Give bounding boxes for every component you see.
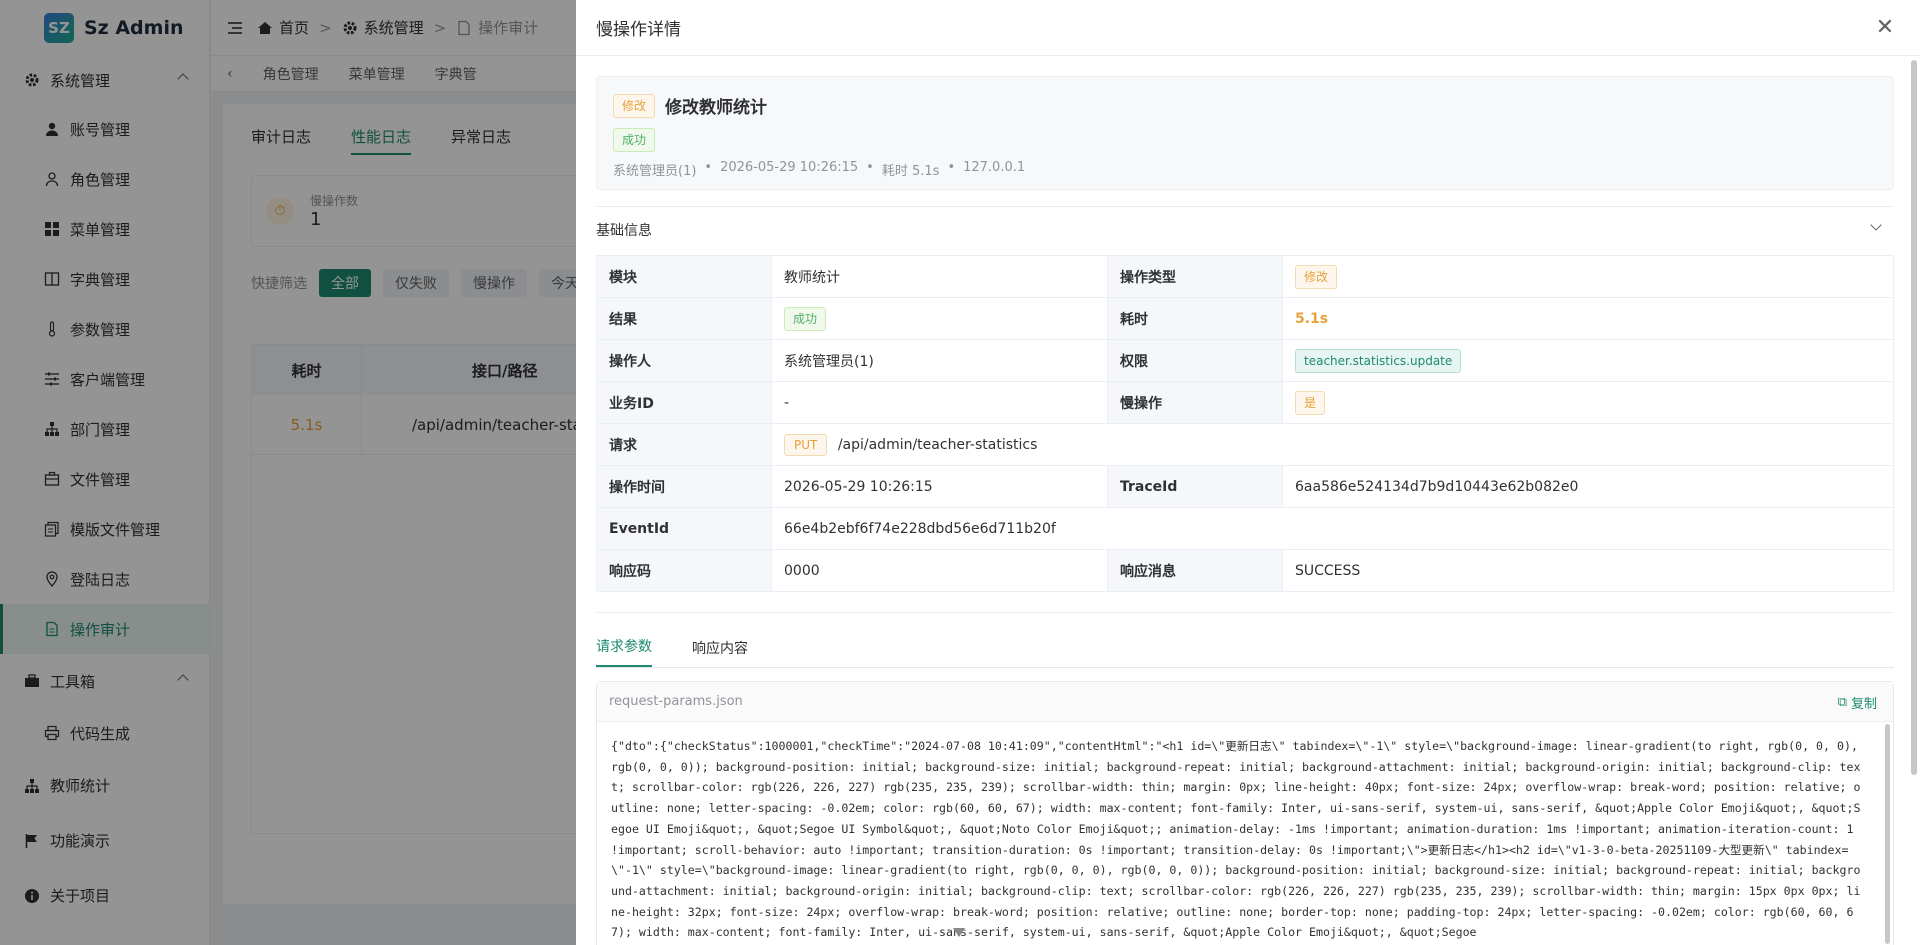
label-slow: 慢操作 [1107,381,1283,424]
info-table: 模块 教师统计 操作类型 修改 结果 成功 耗时 5.1s 操作人 系统管理员(… [596,255,1894,592]
drawer-header: 慢操作详情 ✕ [576,0,1920,56]
label-module: 模块 [596,255,772,298]
payload-tabs: 请求参数 响应内容 [596,612,1894,668]
scroll-down-icon[interactable] [953,928,965,937]
meta-cost: 耗时 5.1s [881,164,940,179]
table-row: 响应码 0000 响应消息 SUCCESS [596,549,1894,592]
table-row: 操作时间 2026-05-29 10:26:15 TraceId 6aa586e… [596,465,1894,508]
value-optime: 2026-05-29 10:26:15 [771,465,1108,508]
type-tag: 修改 [613,93,656,118]
meta-operator: 系统管理员(1) [613,164,697,179]
table-row: 请求 PUT /api/admin/teacher-statistics [596,423,1894,466]
status-badge: 成功 [613,128,656,152]
meta-time: 2026-05-29 10:26:15 [720,160,859,175]
label-request: 请求 [596,423,772,466]
code-header: request-params.json ⧉ 复制 [597,682,1893,722]
tab-response-content[interactable]: 响应内容 [692,638,748,667]
copy-label: 复制 [1850,697,1877,712]
section-title: 基础信息 [596,222,652,239]
value-code: 0000 [771,549,1108,592]
meta-ip: 127.0.0.1 [963,160,1026,175]
value-msg: SUCCESS [1282,549,1894,592]
method-tag: PUT [784,433,828,456]
label-msg: 响应消息 [1107,549,1283,592]
label-traceid: TraceId [1107,465,1283,508]
drawer-title: 慢操作详情 [596,20,681,40]
value-operator: 系统管理员(1) [771,339,1108,382]
label-optime: 操作时间 [596,465,772,508]
summary-title: 修改教师统计 [665,98,768,118]
copy-button[interactable]: ⧉ 复制 [1838,693,1877,712]
label-bizid: 业务ID [596,381,772,424]
summary-meta: 系统管理员(1) • 2026-05-29 10:26:15 • 耗时 5.1s… [613,160,1025,179]
value-eventid: 66e4b2ebf6f74e228dbd56e6d711b20f [771,507,1894,550]
label-eventid: EventId [596,507,772,550]
code-viewer: request-params.json ⧉ 复制 {"dto":{"checkS… [596,681,1894,945]
result-tag: 成功 [784,306,827,331]
label-operator: 操作人 [596,339,772,382]
slow-tag: 是 [1295,390,1326,415]
detail-drawer: 慢操作详情 ✕ 修改 修改教师统计 成功 系统管理员(1) • 2026-05-… [576,0,1920,945]
code-content[interactable]: {"dto":{"checkStatus":1000001,"checkTime… [597,722,1893,945]
code-scrollbar[interactable] [1885,724,1890,944]
table-row: 结果 成功 耗时 5.1s [596,297,1894,340]
value-request-path: /api/admin/teacher-statistics [837,436,1038,453]
table-row: 业务ID - 慢操作 是 [596,381,1894,424]
table-row: 模块 教师统计 操作类型 修改 [596,255,1894,298]
value-cost: 5.1s [1295,310,1329,327]
meta-dot: • [704,160,713,175]
basic-info-header[interactable]: 基础信息 [596,206,1894,252]
chevron-down-icon [1870,219,1882,231]
label-cost: 耗时 [1107,297,1283,340]
value-traceid: 6aa586e524134d7b9d10443e62b082e0 [1282,465,1894,508]
meta-dot: • [947,160,956,175]
summary-card: 修改 修改教师统计 成功 系统管理员(1) • 2026-05-29 10:26… [596,76,1894,190]
table-row: 操作人 系统管理员(1) 权限 teacher.statistics.updat… [596,339,1894,382]
copy-icon: ⧉ [1837,695,1847,710]
label-code: 响应码 [596,549,772,592]
table-row: EventId 66e4b2ebf6f74e228dbd56e6d711b20f [596,507,1894,550]
code-filename: request-params.json [609,694,743,709]
close-icon[interactable]: ✕ [1874,15,1896,40]
tab-request-params[interactable]: 请求参数 [596,636,652,667]
label-optype: 操作类型 [1107,255,1283,298]
label-permission: 权限 [1107,339,1283,382]
permission-tag: teacher.statistics.update [1295,348,1462,373]
meta-dot: • [866,160,874,175]
optype-tag: 修改 [1295,264,1338,289]
drawer-scrollbar[interactable] [1911,56,1917,936]
scrollbar-thumb[interactable] [1911,60,1917,775]
value-module: 教师统计 [771,255,1108,298]
label-result: 结果 [596,297,772,340]
value-bizid: - [771,381,1108,424]
